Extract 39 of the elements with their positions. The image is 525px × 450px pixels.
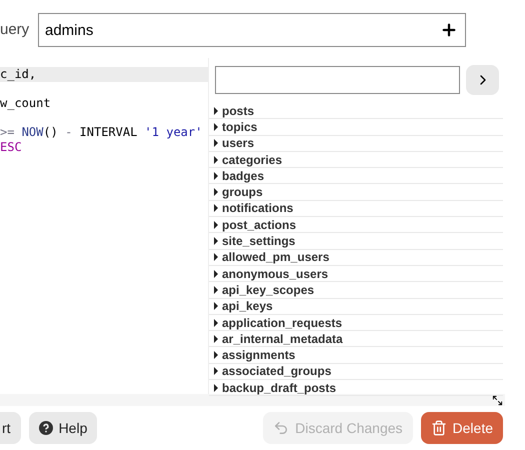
schema-table-item[interactable]: allowed_pm_users bbox=[209, 250, 503, 266]
code-token: '1 year' bbox=[144, 125, 202, 140]
schema-table-item[interactable]: users bbox=[209, 136, 503, 152]
code-token: w_count bbox=[0, 96, 51, 110]
delete-button[interactable]: Delete bbox=[420, 412, 503, 444]
code-token: () bbox=[43, 125, 59, 140]
code-token: - bbox=[65, 125, 74, 140]
schema-table-item[interactable]: associated_groups bbox=[209, 364, 503, 380]
help-button[interactable]: Help bbox=[28, 412, 98, 444]
code-token: INTERVAL bbox=[80, 125, 138, 140]
schema-table-item[interactable]: site_settings bbox=[209, 233, 503, 250]
schema-table-item[interactable]: ar_internal_metadata bbox=[209, 331, 503, 348]
code-token: >= bbox=[0, 125, 16, 140]
search-go-button[interactable] bbox=[466, 65, 499, 95]
add-icon[interactable] bbox=[440, 21, 458, 39]
resize-icon[interactable] bbox=[492, 394, 503, 406]
schema-table-item[interactable]: topics bbox=[209, 119, 503, 136]
schema-table-item[interactable]: groups bbox=[209, 184, 503, 201]
schema-table-item[interactable]: badges bbox=[209, 168, 503, 184]
code-token: c_id, bbox=[0, 67, 36, 81]
query-name-label: uery bbox=[0, 20, 30, 40]
plain-button[interactable]: rt bbox=[0, 412, 21, 444]
schema-table-item[interactable]: application_requests bbox=[209, 314, 503, 332]
schema-table-item[interactable]: notifications bbox=[209, 200, 503, 218]
undo-icon bbox=[273, 420, 290, 436]
schema-table-item[interactable]: posts bbox=[209, 103, 503, 120]
schema-table-item[interactable]: api_keys bbox=[209, 298, 503, 315]
schema-search-field[interactable] bbox=[215, 66, 460, 94]
trash-icon bbox=[430, 420, 447, 436]
schema-table-item[interactable]: categories bbox=[209, 152, 503, 168]
query-name-field[interactable]: admins bbox=[38, 13, 466, 47]
code-editor[interactable]: c_id, w_count >= NOW() - INTERVAL '1 year' ESC bbox=[0, 58, 208, 394]
schema-table-item[interactable]: anonymous_users bbox=[209, 266, 503, 282]
help-icon bbox=[38, 421, 53, 435]
schema-table-item[interactable]: assignments bbox=[209, 347, 503, 364]
schema-table-item[interactable]: post_actions bbox=[209, 217, 503, 234]
code-token: NOW bbox=[22, 125, 44, 140]
code-token: ESC bbox=[0, 140, 22, 154]
schema-table-item[interactable]: api_key_scopes bbox=[209, 282, 503, 299]
